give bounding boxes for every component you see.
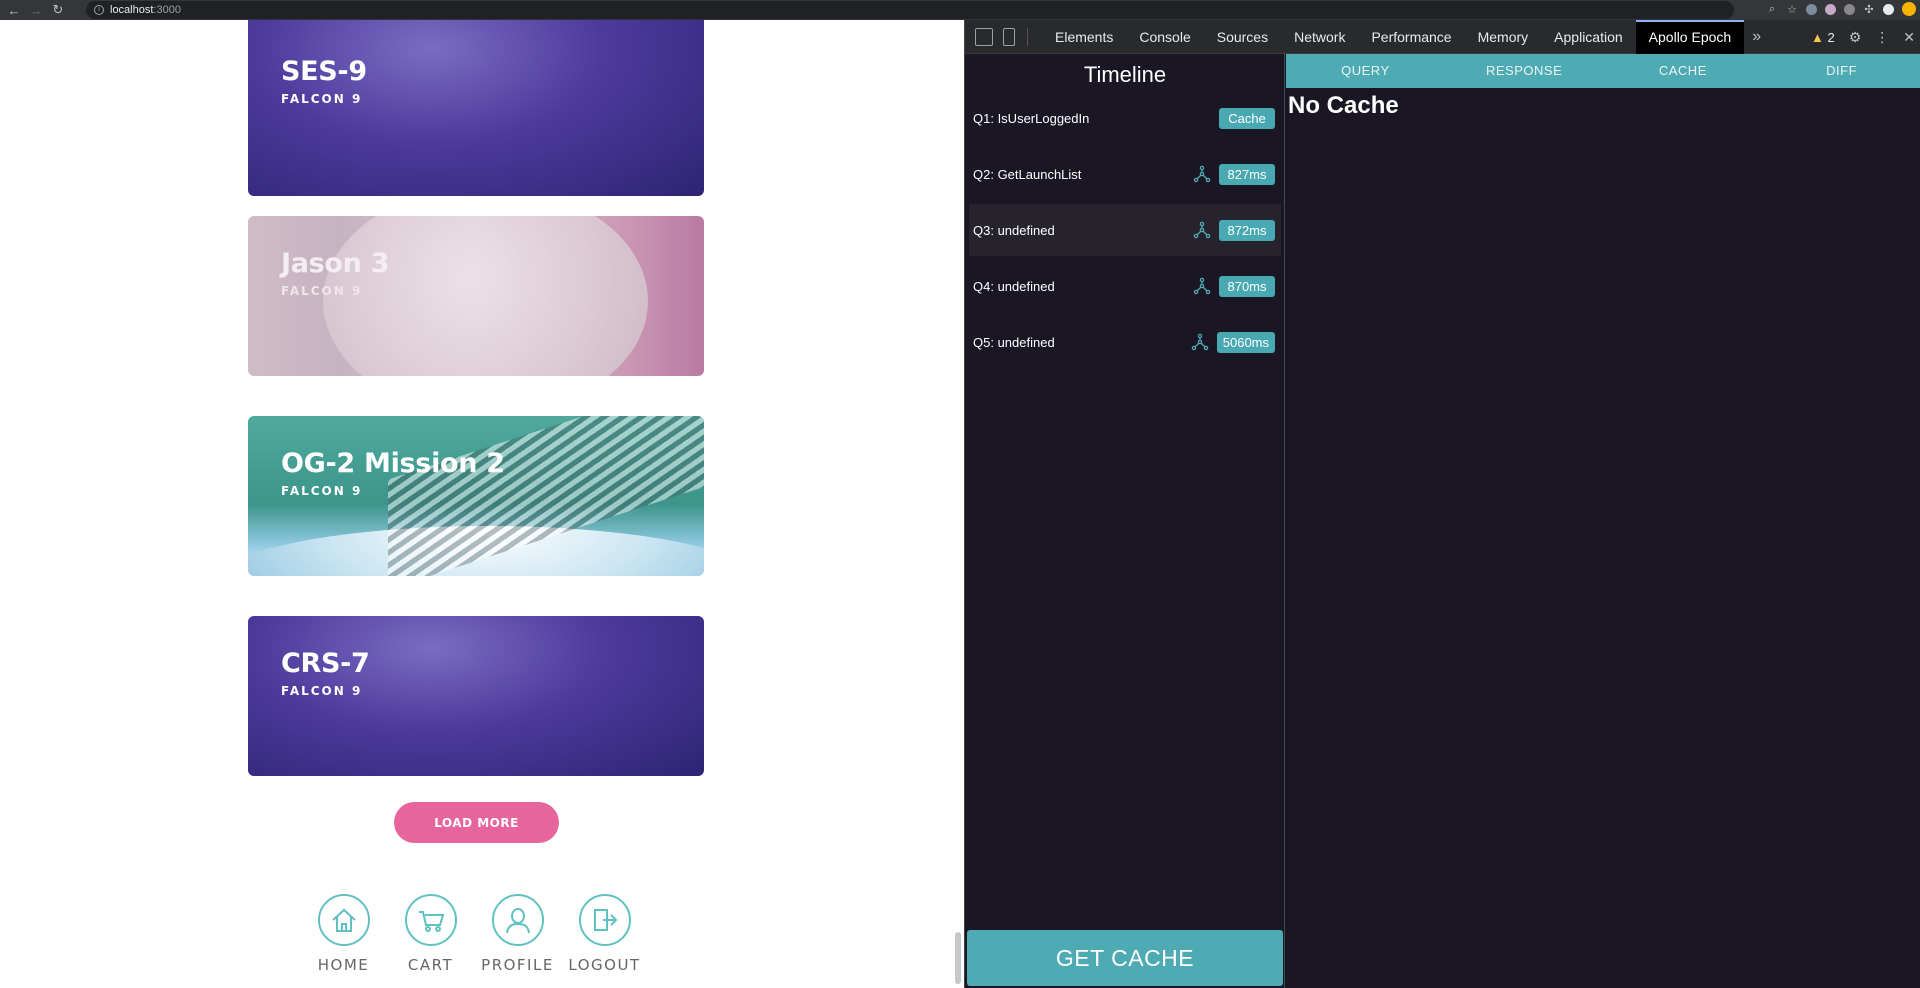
browser-toolbar: ← → ↻ i localhost:3000 ⌕ ☆ ✣ xyxy=(0,0,1920,20)
device-toolbar-icon[interactable] xyxy=(1003,27,1015,46)
launch-card[interactable]: SES-9 FALCON 9 xyxy=(248,20,704,196)
cart-icon[interactable] xyxy=(404,894,457,946)
moon-image xyxy=(323,216,648,376)
github-icon[interactable] xyxy=(1883,3,1894,15)
home-icon[interactable] xyxy=(317,894,370,946)
timeline-query-row[interactable]: Q5: undefined 5060ms xyxy=(969,316,1281,368)
query-label: Q2: GetLaunchList xyxy=(973,166,1082,182)
tab-cache[interactable]: CACHE xyxy=(1604,54,1763,88)
bookmark-star-icon[interactable]: ☆ xyxy=(1786,3,1798,16)
more-tabs-icon[interactable]: » xyxy=(1744,28,1769,46)
nav-item-cart[interactable]: CART xyxy=(387,894,474,974)
launch-rocket: FALCON 9 xyxy=(281,484,363,498)
nav-item-home[interactable]: HOME xyxy=(300,894,387,974)
extension-icon[interactable] xyxy=(1806,3,1817,15)
nav-label: CART xyxy=(407,956,454,974)
tab-elements[interactable]: Elements xyxy=(1042,20,1126,54)
query-time-badge: 827ms xyxy=(1219,163,1275,185)
page-viewport: SES-9 FALCON 9 Jason 3 FALCON 9 OG-2 Mis… xyxy=(0,20,964,988)
query-label: Q3: undefined xyxy=(973,222,1055,238)
nav-item-logout[interactable]: LOGOUT xyxy=(561,894,648,974)
query-label: Q1: IsUserLoggedIn xyxy=(973,110,1090,126)
nav-label: HOME xyxy=(317,956,370,974)
footer-nav: HOME CART PROFILE LOGOUT xyxy=(300,894,648,974)
launch-rocket: FALCON 9 xyxy=(281,284,363,298)
tab-sources[interactable]: Sources xyxy=(1204,20,1281,54)
url-port: :3000 xyxy=(153,4,181,16)
graph-icon[interactable] xyxy=(1191,333,1209,351)
address-bar[interactable]: i localhost:3000 xyxy=(86,1,1734,19)
timeline-panel: Timeline Q1: IsUserLoggedIn Cache Q2: Ge… xyxy=(965,54,1285,988)
launch-rocket: FALCON 9 xyxy=(281,684,363,698)
launch-name: Jason 3 xyxy=(281,248,390,279)
reload-icon[interactable]: ↻ xyxy=(50,2,66,18)
launch-name: OG-2 Mission 2 xyxy=(281,448,505,479)
warning-badge[interactable]: ▲ 2 xyxy=(1811,30,1835,45)
timeline-query-row[interactable]: Q3: undefined 872ms xyxy=(969,204,1281,256)
extension-icon[interactable] xyxy=(1844,3,1855,15)
launch-name: SES-9 xyxy=(281,56,367,87)
extension-icon[interactable] xyxy=(1825,3,1836,15)
page-scrollbar[interactable] xyxy=(955,932,961,984)
detail-content: No Cache xyxy=(1286,88,1920,124)
devtools-tab-bar: Elements Console Sources Network Perform… xyxy=(965,19,1920,54)
url-host: localhost xyxy=(110,4,154,16)
query-time-badge: 870ms xyxy=(1219,275,1275,297)
nav-label: LOGOUT xyxy=(568,956,641,974)
warning-icon: ▲ xyxy=(1810,29,1824,45)
settings-gear-icon[interactable]: ⚙ xyxy=(1849,29,1862,46)
inspect-element-icon[interactable] xyxy=(975,27,993,46)
info-icon[interactable]: i xyxy=(94,5,104,15)
query-label: Q4: undefined xyxy=(973,278,1055,294)
graph-icon[interactable] xyxy=(1193,277,1211,295)
query-label: Q5: undefined xyxy=(973,334,1055,350)
tab-memory[interactable]: Memory xyxy=(1465,20,1542,54)
timeline-query-row[interactable]: Q1: IsUserLoggedIn Cache xyxy=(969,92,1281,144)
devtools-actions: ▲ 2 ⚙ ⋮ ✕ xyxy=(1811,20,1915,54)
close-icon[interactable]: ✕ xyxy=(1903,29,1915,46)
launch-rocket: FALCON 9 xyxy=(281,92,363,106)
tab-console[interactable]: Console xyxy=(1126,20,1203,54)
detail-tab-bar: QUERY RESPONSE CACHE DIFF xyxy=(1286,54,1920,88)
divider xyxy=(1027,27,1028,46)
tab-query[interactable]: QUERY xyxy=(1286,54,1445,88)
graph-icon[interactable] xyxy=(1193,165,1211,183)
warning-count: 2 xyxy=(1827,29,1835,45)
no-cache-message: No Cache xyxy=(1288,92,1399,119)
load-more-button[interactable]: LOAD MORE xyxy=(394,802,559,843)
tab-response[interactable]: RESPONSE xyxy=(1445,54,1604,88)
devtools-panel: Elements Console Sources Network Perform… xyxy=(964,19,1920,988)
zoom-icon[interactable]: ⌕ xyxy=(1766,3,1778,16)
timeline-query-row[interactable]: Q2: GetLaunchList 827ms xyxy=(969,148,1281,200)
avatar[interactable] xyxy=(1902,2,1916,16)
query-time-badge: 5060ms xyxy=(1216,331,1275,353)
nav-item-profile[interactable]: PROFILE xyxy=(474,894,561,974)
browser-actions: ⌕ ☆ ✣ xyxy=(1766,2,1916,16)
tab-application[interactable]: Application xyxy=(1541,20,1636,54)
timeline-title: Timeline xyxy=(1083,62,1167,87)
launch-card[interactable]: OG-2 Mission 2 FALCON 9 xyxy=(248,416,704,576)
timeline-query-row[interactable]: Q4: undefined 870ms xyxy=(969,260,1281,312)
launch-card[interactable]: Jason 3 FALCON 9 xyxy=(248,216,704,376)
tab-apollo-epoch[interactable]: Apollo Epoch xyxy=(1635,19,1745,54)
launch-card[interactable]: CRS-7 FALCON 9 xyxy=(248,616,704,776)
tab-diff[interactable]: DIFF xyxy=(1762,54,1920,88)
detail-panel: QUERY RESPONSE CACHE DIFF No Cache xyxy=(1286,54,1920,988)
get-cache-button[interactable]: GET CACHE xyxy=(967,930,1283,986)
back-icon[interactable]: ← xyxy=(6,3,22,18)
query-time-badge: Cache xyxy=(1219,107,1275,129)
query-time-badge: 872ms xyxy=(1219,219,1275,241)
tab-performance[interactable]: Performance xyxy=(1358,20,1464,54)
puzzle-icon[interactable]: ✣ xyxy=(1863,3,1875,16)
nav-label: PROFILE xyxy=(481,956,554,974)
forward-icon[interactable]: → xyxy=(28,3,44,18)
graph-icon[interactable] xyxy=(1193,221,1211,239)
profile-icon[interactable] xyxy=(491,894,544,946)
kebab-menu-icon[interactable]: ⋮ xyxy=(1875,29,1889,46)
logout-icon[interactable] xyxy=(578,894,631,946)
tab-network[interactable]: Network xyxy=(1281,20,1358,54)
launch-name: CRS-7 xyxy=(281,648,370,679)
